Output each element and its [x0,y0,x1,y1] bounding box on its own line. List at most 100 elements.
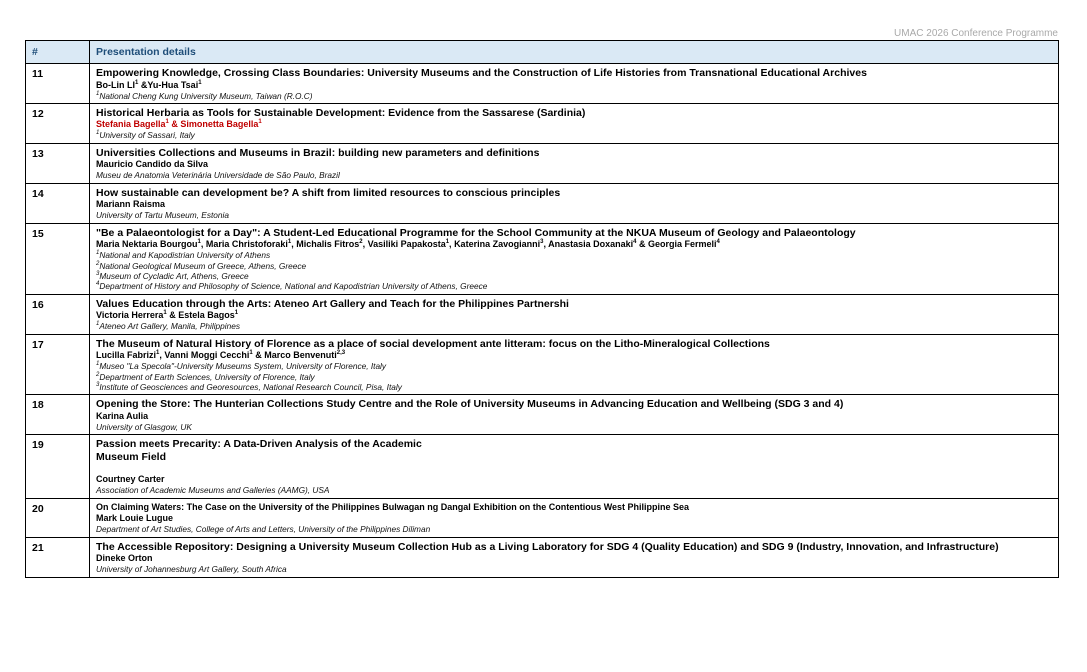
author-affiliation-marker: 2,3 [336,350,346,357]
affiliation-text: University of Glasgow, UK [96,421,192,432]
affiliation-text: Museu de Anatomia Veterinária Universida… [96,170,340,181]
affiliation: University of Johannesburg Art Gallery, … [96,564,1052,574]
presentation-title: "Be a Palaeontologist for a Day": A Stud… [96,226,856,239]
affiliation-text: Museum of Cycladic Art, Athens, Greece [99,270,249,281]
presentation-title: Historical Herbaria as Tools for Sustain… [96,106,586,119]
presentation-authors: Dineke Orton [96,553,1052,564]
table-row: 15 "Be a Palaeontologist for a Day": A St… [25,222,1059,295]
affiliation: 4Department of History and Philosophy of… [96,281,1052,291]
presentation-details: On Claiming Waters: The Case on the Univ… [89,497,1059,538]
author-name: Courtney Carter [96,474,165,485]
presentation-details: Passion meets Precarity: A Data-Driven A… [89,434,1059,499]
author-affiliation-marker: 1 [234,310,239,317]
author-name: Georgia Fermeli [648,239,717,250]
author-name: Maria Nektaria Bourgou [96,239,198,250]
table-row: 19 Passion meets Precarity: A Data-Driven… [25,434,1059,499]
author-name: Mark Louie Lugue [96,513,174,524]
presentation-details: Universities Collections and Museums in … [89,142,1059,184]
affiliation: Association of Academic Museums and Gall… [96,485,1052,495]
presentation-authors: Mark Louie Lugue [96,513,1052,524]
author-separator: & [252,350,265,361]
affiliation: 1Ateneo Art Gallery, Manila, Philippines [96,321,1052,331]
presentation-authors: Stefania Bagella1 & Simonetta Bagella1 [96,119,1052,130]
column-header-details: Presentation details [89,40,1059,64]
author-name: Marco Benvenuti [264,350,337,361]
presentation-authors: Lucilla Fabrizi1, Vanni Moggi Cecchi1 & … [96,350,1052,361]
presentation-title: Values Education through the Arts: Atene… [96,297,569,310]
author-separator: & [166,310,179,321]
author-name: Victoria Herrera [96,310,164,321]
affiliation-text: University of Tartu Museum, Estonia [96,210,229,221]
affiliation: 2National Geological Museum of Greece, A… [96,261,1052,271]
author-affiliation-marker: 1 [198,79,202,86]
author-name: Karina Aulia [96,410,149,421]
affiliation: 3Institute of Geosciences and Georesourc… [96,382,1052,392]
author-affiliation-marker: 1 [258,119,262,126]
row-number: 18 [25,394,90,436]
affiliation-text: National Cheng Kung University Museum, T… [99,90,313,101]
affiliation-text: National and Kapodistrian University of … [99,250,271,261]
affiliation: Museu de Anatomia Veterinária Universida… [96,170,1052,180]
presentation-details: "Be a Palaeontologist for a Day": A Stud… [89,222,1059,295]
affiliation-text: Department of History and Philosophy of … [99,281,488,292]
affiliation: 2Department of Earth Sciences, Universit… [96,372,1052,382]
presentation-authors: Mauricio Candido da Silva [96,159,1052,170]
author-name: Katerina Zavogianni [454,239,541,250]
author-name: Michalis Fitros [296,239,360,250]
presentation-authors: Karina Aulia [96,411,1052,422]
row-number: 13 [25,142,90,184]
author-name: Anastasia Doxanaki [548,239,634,250]
row-number: 20 [25,497,90,538]
presentation-title: Empowering Knowledge, Crossing Class Bou… [96,67,867,79]
presentation-title: Opening the Store: The Hunterian Collect… [96,398,844,411]
page-header: UMAC 2026 Conference Programme [894,28,1058,39]
table-row: 17 The Museum of Natural History of Flore… [25,333,1059,396]
author-name: Vanni Moggi Cecchi [164,350,250,361]
author-name: Lucilla Fabrizi [96,350,157,361]
author-name: Estela Bagos [178,310,235,321]
row-number: 19 [25,434,90,499]
table-row: 13 Universities Collections and Museums i… [25,142,1059,184]
table-row: 21 The Accessible Repository: Designing a… [25,536,1059,578]
presentation-authors: Maria Nektaria Bourgou1, Maria Christofo… [96,239,1052,250]
table-row: 18 Opening the Store: The Hunterian Colle… [25,394,1059,436]
row-number: 16 [25,293,90,335]
presentation-details: Values Education through the Arts: Atene… [89,293,1059,335]
column-header-number: # [25,40,90,64]
presentation-title: How sustainable can development be? A sh… [96,186,561,199]
affiliation: 1National and Kapodistrian University of… [96,250,1052,260]
table-header-row: # Presentation details [25,40,1059,64]
presentation-authors: Victoria Herrera1 & Estela Bagos1 [96,310,1052,321]
author-separator: & [138,79,148,90]
presentation-details: Opening the Store: The Hunterian Collect… [89,394,1059,436]
affiliation: 1University of Sassari, Italy [96,130,1052,140]
author-name: Mariann Raisma [96,199,166,210]
affiliation-text: Department of Earth Sciences, University… [99,371,315,382]
affiliation-text: Association of Academic Museums and Gall… [96,485,330,496]
author-name: Mauricio Candido da Silva [96,159,209,170]
row-number: 11 [25,63,90,104]
affiliation-text: Ateneo Art Gallery, Manila, Philippines [99,321,240,332]
author-name: Vasiliki Papakosta [367,239,446,250]
table-row: 20 On Claiming Waters: The Case on the Un… [25,497,1059,538]
programme-table: # Presentation details 11 Empowering Know… [25,40,1059,578]
row-number: 12 [25,102,90,144]
presentation-title-line2: Museum Field [96,450,167,463]
author-name: Bo-Lin LI [96,79,135,90]
author-name: Stefania Bagella [96,119,166,130]
presentation-title: The Accessible Repository: Designing a U… [96,540,999,553]
author-separator: & [168,119,181,130]
affiliation: 1Museo "La Specola"-University Museums S… [96,361,1052,371]
table-row: 16 Values Education through the Arts: Ate… [25,293,1059,335]
row-number: 21 [25,536,90,578]
table-body: 11 Empowering Knowledge, Crossing Class B… [25,63,1059,578]
row-number: 15 [25,222,90,295]
affiliation-text: University of Sassari, Italy [99,130,195,141]
table-row: 11 Empowering Knowledge, Crossing Class B… [25,63,1059,104]
author-name: Yu-Hua Tsai [147,79,199,90]
presentation-details: The Museum of Natural History of Florenc… [89,333,1059,396]
author-affiliation-marker: 4 [716,239,720,246]
author-separator: & [636,239,649,250]
table-row: 12 Historical Herbaria as Tools for Susta… [25,102,1059,144]
presentation-authors: Mariann Raisma [96,199,1052,210]
